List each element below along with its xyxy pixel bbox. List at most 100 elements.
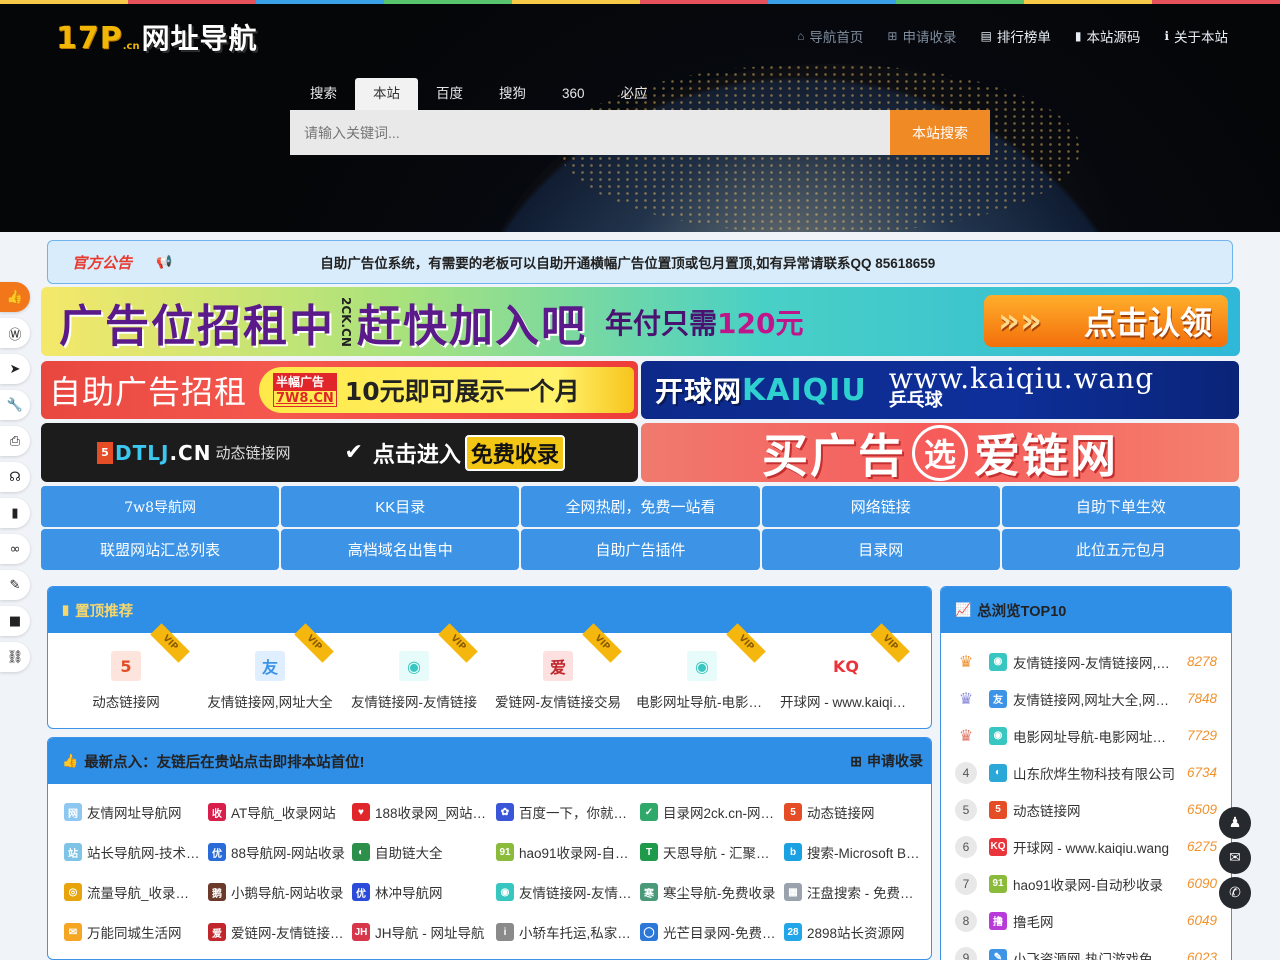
site-icon: 优 — [208, 843, 226, 861]
site-logo[interactable]: 17P .cn 网址导航 — [56, 18, 258, 54]
search-tab[interactable]: 百度 — [418, 78, 481, 110]
site-icon: 91 — [496, 843, 514, 861]
book-icon[interactable]: ▮ — [0, 498, 30, 528]
ad-banner-ailian[interactable]: 买广告 选 爱链网 — [641, 423, 1239, 482]
link-icon[interactable]: ⛓ — [0, 642, 30, 672]
headphones-icon[interactable]: ☊ — [0, 462, 30, 492]
wrench-icon[interactable]: 🔧 — [0, 390, 30, 420]
ranking-item[interactable]: 7 91 hao91收录网-自动秒收录 6090 — [955, 865, 1217, 902]
search-tab[interactable]: 必应 — [603, 78, 666, 110]
latest-item[interactable]: b 搜索-Microsoft Bing — [784, 832, 928, 872]
site-icon: ◎ — [64, 883, 82, 901]
latest-item[interactable]: 收 AT导航_收录网站 — [208, 792, 352, 832]
latest-item[interactable]: T 天恩导航 - 汇聚优质 — [640, 832, 784, 872]
ranking-item[interactable]: 4 ◐ 山东欣烨生物科技有限公司 6734 — [955, 754, 1217, 791]
ranking-item[interactable]: ♛ 友友情链接网,网址大全,网站收录 7848 — [955, 680, 1217, 717]
latest-item[interactable]: 鹅小鹅导航-网站收录 — [208, 872, 352, 912]
site-icon: ✿ — [496, 803, 514, 821]
latest-item[interactable]: 爱爱链网-友情链接交易 — [208, 912, 352, 952]
latest-item[interactable]: ▦ 汪盘搜索 - 免费网盘 — [784, 872, 928, 912]
nav-source[interactable]: ▮ 本站源码 — [1075, 26, 1141, 46]
ad-banner-full[interactable]: 广告位招租中 2CK.CN 赶快加入吧 年付只需120元 »» 点击认领 — [41, 287, 1240, 356]
latest-item-name: 爱链网-友情链接交易 — [231, 926, 346, 941]
site-icon: ✓ — [640, 803, 658, 821]
site-icon: 28 — [784, 923, 802, 941]
quick-link[interactable]: 自助下单生效 — [1001, 486, 1240, 527]
ranking-item[interactable]: ♛ ◉ 电影网址导航-电影网址大全 7729 — [955, 717, 1217, 754]
pinned-item[interactable]: ◉ 电影网址导航-电影网址 VIP — [630, 623, 774, 728]
search-button[interactable]: 本站搜索 — [890, 110, 990, 155]
wordpress-icon[interactable]: Ⓦ — [0, 318, 30, 348]
wechat-icon[interactable]: ✆ — [1219, 877, 1251, 909]
nav-apply[interactable]: ⊞ 申请收录 — [887, 26, 956, 46]
nav-home[interactable]: ⌂ 导航首页 — [797, 26, 863, 46]
quick-link[interactable]: 网络链接 — [761, 486, 1000, 527]
ad-banner-kaiqiu[interactable]: 开球网 KAIQIU www.kaiqiu.wang 乒乓球 — [641, 361, 1239, 419]
nav-about[interactable]: ℹ 关于本站 — [1164, 26, 1228, 46]
brush-icon[interactable]: ✎ — [0, 570, 30, 600]
ranking-item[interactable]: 8 撸撸毛网 6049 — [955, 902, 1217, 939]
latest-item[interactable]: 网友情网址导航网 — [64, 792, 208, 832]
ad-banner-selfservice[interactable]: 自助广告招租 半幅广告 7W8.CN 10元即可展示一个月 — [41, 361, 638, 419]
quick-link[interactable]: 目录网 — [761, 529, 1000, 570]
search-tab[interactable]: 搜狗 — [481, 78, 544, 110]
cloud-link-icon[interactable]: ∞ — [0, 534, 30, 564]
pinned-item[interactable]: 友友情链接网,网址大全 VIP — [198, 623, 342, 728]
printer-icon[interactable]: ⎙ — [0, 426, 30, 456]
pinned-item[interactable]: 爱爱链网-友情链接交易 VIP — [486, 623, 630, 728]
latest-item[interactable]: ◎ 流量导航_收录网站 — [64, 872, 208, 912]
quick-link[interactable]: 联盟网站汇总列表 — [41, 529, 280, 570]
latest-panel: 👍 最新点入：友链后在贵站点击即排本站首位! ⊞ 申请收录 网友情网址导航网收 AT导… — [47, 737, 932, 960]
latest-item[interactable]: 91 hao91收录网-自动秒收 — [496, 832, 640, 872]
pinned-item[interactable]: ◉ 友情链接网-友情链接 VIP — [342, 623, 486, 728]
site-icon: T — [640, 843, 658, 861]
ranking-item[interactable]: ♛ ◉ 友情链接网-友情链接网,网址大全 8278 — [955, 643, 1217, 680]
site-icon: 寒 — [640, 883, 658, 901]
latest-item[interactable]: ✓ 目录网2ck.cn-网站目录 — [640, 792, 784, 832]
search-tab[interactable]: 360 — [544, 78, 603, 110]
quick-link[interactable]: 此位五元包月 — [1001, 529, 1240, 570]
panel-header: 📈 总浏览TOP10 — [941, 587, 1231, 633]
latest-item[interactable]: i 小轿车托运,私家车托运 — [496, 912, 640, 952]
quick-link[interactable]: 全网热剧，免费一站看 — [521, 486, 760, 527]
latest-item[interactable]: ◉ 友情链接网-友情链接 — [496, 872, 640, 912]
video-icon[interactable]: ■ — [0, 606, 30, 636]
latest-item[interactable]: ✿ 百度一下，你就知道 — [496, 792, 640, 832]
latest-item[interactable]: JH JH导航 - 网址导航 — [352, 912, 496, 952]
latest-item[interactable]: ◐ 自助链大全 — [352, 832, 496, 872]
quick-link[interactable]: 7w8导航网 — [41, 486, 280, 527]
ranking-item[interactable]: 5 5 动态链接网 6509 — [955, 791, 1217, 828]
ranking-item-name: 友情链接网,网址大全,网站收录 — [1013, 692, 1176, 708]
latest-item[interactable]: 优 88导航网-网站收录 — [208, 832, 352, 872]
pinned-item[interactable]: 5 动态链接网 VIP — [54, 623, 198, 728]
search-tab[interactable]: 搜索 — [292, 78, 355, 110]
quick-link[interactable]: 高档域名出售中 — [281, 529, 520, 570]
latest-item[interactable]: 站站长导航网-技术博客 — [64, 832, 208, 872]
latest-item[interactable]: ✉ 万能同城生活网 — [64, 912, 208, 952]
ranking-item[interactable]: 6 KQ 开球网 - www.kaiqiu.wang 6275 — [955, 828, 1217, 865]
ranking-panel: 📈 总浏览TOP10 ♛ ◉ 友情链接网-友情链接网,网址大全 8278 ♛ 友友情链接网… — [940, 586, 1232, 960]
qq-icon[interactable]: ♟ — [1219, 807, 1251, 839]
latest-item[interactable]: ♥ 188收录网_网站收录 — [352, 792, 496, 832]
latest-item[interactable]: 优林冲导航网 — [352, 872, 496, 912]
search-tab-active[interactable]: 本站 — [355, 78, 418, 110]
latest-item[interactable]: 28 2898站长资源网 — [784, 912, 928, 952]
apply-link[interactable]: ⊞ 申请收录 — [850, 751, 923, 771]
paper-plane-icon[interactable]: ➤ — [0, 354, 30, 384]
latest-item[interactable]: 寒寒尘导航-免费收录 — [640, 872, 784, 912]
ranking-item[interactable]: 9 ✎ 小飞资源网-热门游戏免费下载 6023 — [955, 939, 1217, 960]
ad-banner-dtlj[interactable]: 5 DTLJ.CN 动态链接网 ✔ 点击进入 免费收录 — [41, 423, 638, 482]
quick-link[interactable]: KK目录 — [281, 486, 520, 527]
mail-icon[interactable]: ✉ — [1219, 842, 1251, 874]
logo-suffix: .cn — [122, 41, 140, 52]
latest-item[interactable]: 5 动态链接网 — [784, 792, 928, 832]
thumbs-up-icon[interactable]: 👍 — [0, 282, 30, 312]
banner-claim-button[interactable]: »» 点击认领 — [984, 295, 1228, 347]
ranking-item-name: 小飞资源网-热门游戏免费下载 — [1013, 951, 1176, 960]
search-input[interactable] — [290, 110, 890, 155]
quick-link[interactable]: 自助广告插件 — [521, 529, 760, 570]
latest-item[interactable]: ◯ 光芒目录网-免费收录 — [640, 912, 784, 952]
pinned-item[interactable]: KQ开球网 - www.kaiqiu.wangVIP — [774, 623, 918, 728]
nav-ranking[interactable]: ▤ 排行榜单 — [980, 26, 1050, 46]
site-icon: 网 — [64, 803, 82, 821]
